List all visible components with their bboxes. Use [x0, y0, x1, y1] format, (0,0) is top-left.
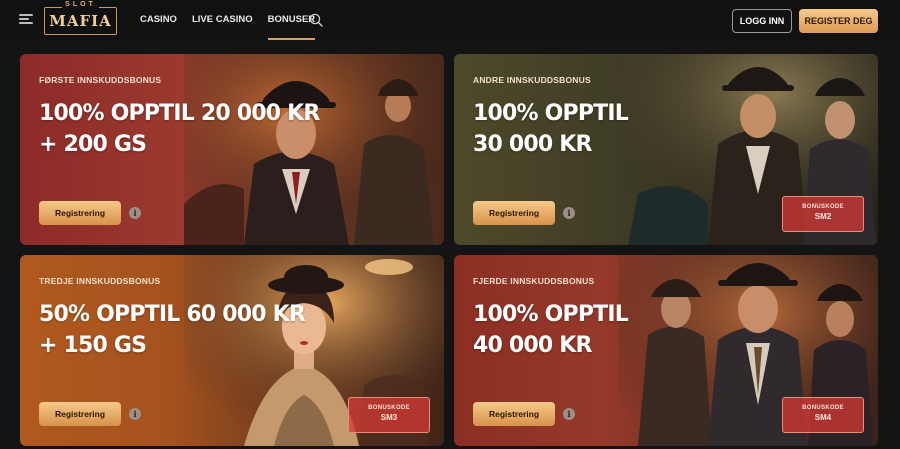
- headline-line-2: 40 000 KR: [473, 333, 592, 358]
- bonus-card-third: TREDJE INNSKUDDSBONUS 50% OPPTIL 60 000 …: [20, 255, 444, 446]
- bonus-card-first: FØRSTE INNSKUDDSBONUS 100% OPPTIL 20 000…: [20, 54, 444, 245]
- nav-casino[interactable]: CASINO: [140, 0, 177, 40]
- headline-line-1: 100% OPPTIL: [473, 302, 629, 327]
- bonus-code-label: BONUSKODE: [802, 204, 844, 210]
- headline-line-2: 30 000 KR: [473, 132, 592, 157]
- nav-live-casino[interactable]: LIVE CASINO: [192, 0, 253, 40]
- bonus-headline: 100% OPPTIL 30 000 KR: [473, 98, 743, 160]
- headline-line-1: 50% OPPTIL 60 000 KR: [39, 302, 306, 327]
- slot-mafia-logo[interactable]: SLOT MAFIA: [44, 1, 117, 35]
- bonus-card-second: ANDRE INNSKUDDSBONUS 100% OPPTIL 30 000 …: [454, 54, 878, 245]
- info-icon[interactable]: i: [563, 408, 575, 420]
- bonus-code-label: BONUSKODE: [802, 405, 844, 411]
- main-nav: CASINO LIVE CASINO BONUSER: [140, 0, 330, 40]
- registration-button[interactable]: Registrering: [473, 402, 555, 426]
- bonus-code-label: BONUSKODE: [368, 405, 410, 411]
- info-icon[interactable]: i: [129, 207, 141, 219]
- bonus-headline: 100% OPPTIL 40 000 KR: [473, 299, 743, 361]
- headline-line-2: + 150 GS: [39, 333, 147, 358]
- bonus-headline: 50% OPPTIL 60 000 KR + 150 GS: [39, 299, 309, 361]
- bonus-code: SM3: [380, 413, 398, 422]
- top-bar: SLOT MAFIA CASINO LIVE CASINO BONUSER LO…: [0, 0, 900, 40]
- registration-button[interactable]: Registrering: [39, 201, 121, 225]
- bonus-label: TREDJE INNSKUDDSBONUS: [39, 276, 161, 286]
- logo-top-text: SLOT: [45, 1, 116, 8]
- info-icon[interactable]: i: [563, 207, 575, 219]
- headline-line-2: + 200 GS: [39, 132, 147, 157]
- headline-line-1: 100% OPPTIL: [473, 101, 629, 126]
- search-icon[interactable]: [309, 13, 323, 27]
- info-icon[interactable]: i: [129, 408, 141, 420]
- registration-button[interactable]: Registrering: [39, 402, 121, 426]
- registration-button[interactable]: Registrering: [473, 201, 555, 225]
- bonus-code: SM2: [814, 212, 832, 221]
- bonus-headline: 100% OPPTIL 20 000 KR + 200 GS: [39, 98, 320, 160]
- logo-main-text: MAFIA: [49, 12, 112, 30]
- bonus-label: FØRSTE INNSKUDDSBONUS: [39, 75, 162, 85]
- register-button[interactable]: REGISTER DEG: [799, 9, 878, 33]
- headline-line-1: 100% OPPTIL 20 000 KR: [39, 101, 320, 126]
- bonus-label: FJERDE INNSKUDDSBONUS: [473, 276, 595, 286]
- bonus-code: SM4: [814, 413, 832, 422]
- bonus-code-box[interactable]: BONUSKODE SM2: [782, 196, 864, 232]
- hamburger-menu-icon[interactable]: [19, 13, 33, 25]
- bonus-code-box[interactable]: BONUSKODE SM4: [782, 397, 864, 433]
- bonus-card-fourth: FJERDE INNSKUDDSBONUS 100% OPPTIL 40 000…: [454, 255, 878, 446]
- bonus-code-box[interactable]: BONUSKODE SM3: [348, 397, 430, 433]
- login-button[interactable]: LOGG INN: [732, 9, 792, 33]
- bonus-label: ANDRE INNSKUDDSBONUS: [473, 75, 591, 85]
